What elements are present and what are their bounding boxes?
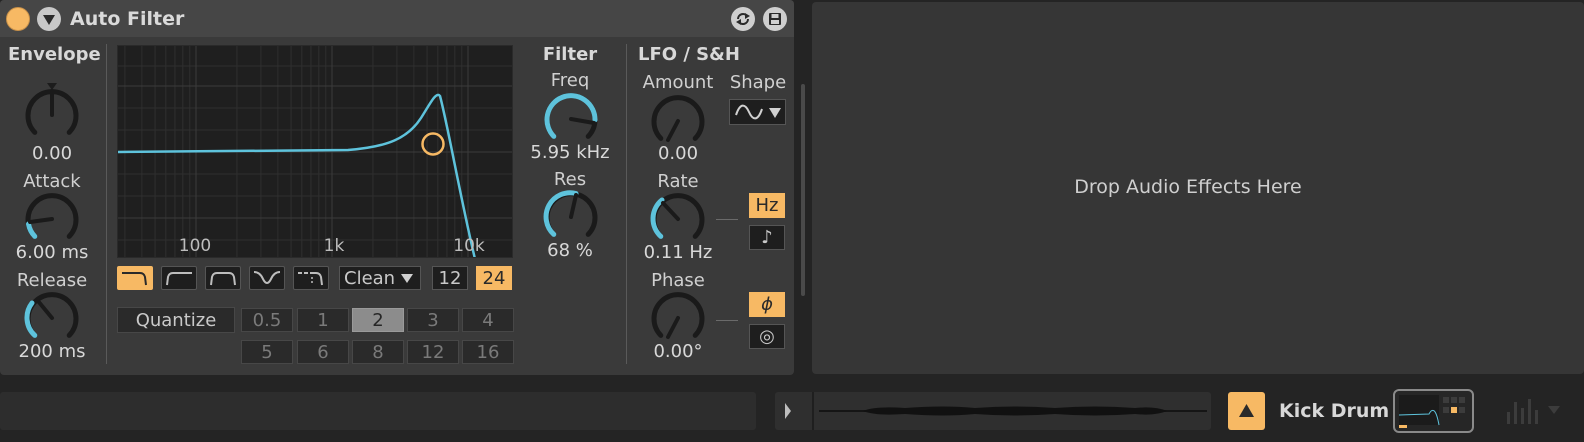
track-fold-button[interactable] <box>1228 392 1265 430</box>
notch-icon <box>253 271 281 284</box>
rate-label: Rate <box>657 171 699 192</box>
phase-mode-button[interactable]: ϕ <box>749 292 785 317</box>
circuit-type-dropdown[interactable]: Clean <box>339 266 421 290</box>
play-icon <box>785 403 791 419</box>
quantize-option[interactable]: 8 <box>352 340 404 364</box>
rate-mode-connector <box>716 219 738 220</box>
filter-type-bandpass-button[interactable] <box>205 266 241 290</box>
attack-value: 6.00 ms <box>15 242 89 263</box>
res-value: 68 % <box>547 240 593 261</box>
device-thumbnail-preview <box>1398 395 1465 428</box>
release-label: Release <box>16 270 88 291</box>
quantize-option[interactable]: 5 <box>241 340 293 364</box>
hot-swap-button[interactable] <box>731 7 755 31</box>
divider <box>106 44 107 364</box>
freq-label: Freq <box>550 70 590 91</box>
attack-label: Attack <box>23 171 81 192</box>
filter-type-highpass-button[interactable] <box>161 266 197 290</box>
phase-value: 0.00° <box>653 341 703 362</box>
quantize-option[interactable]: 0.5 <box>241 308 293 332</box>
quantize-option[interactable]: 1 <box>297 308 349 332</box>
quantize-option[interactable]: 3 <box>407 308 459 332</box>
release-knob[interactable] <box>24 289 80 347</box>
freq-knob[interactable] <box>543 90 599 148</box>
device-power-button[interactable] <box>6 7 30 31</box>
release-value: 200 ms <box>18 341 86 362</box>
resonance-knob[interactable] <box>543 188 599 246</box>
freq-tick-1k: 1k <box>323 236 345 256</box>
quantize-option[interactable]: 12 <box>407 340 459 364</box>
save-icon <box>769 13 781 25</box>
spin-mode-button[interactable]: ◎ <box>749 324 785 349</box>
device-fold-button[interactable] <box>37 7 61 31</box>
quantize-option[interactable]: 16 <box>462 340 514 364</box>
bandpass-icon <box>210 272 236 286</box>
lfo-amount-knob[interactable] <box>650 92 706 150</box>
circuit-type-value: Clean <box>344 267 396 289</box>
lowpass-icon <box>122 272 147 286</box>
filter-response-graph[interactable] <box>117 45 513 258</box>
filter-type-morph-button[interactable] <box>293 266 329 290</box>
res-label: Res <box>553 169 587 190</box>
dropdown-arrow-icon <box>401 274 414 283</box>
lfo-shape-dropdown[interactable] <box>729 99 786 125</box>
device-thumbnail[interactable] <box>1393 389 1474 433</box>
meter-bars-icon[interactable] <box>1504 396 1564 426</box>
rate-hz-button[interactable]: Hz <box>749 193 785 218</box>
status-field[interactable] <box>0 392 756 430</box>
triangle-up-icon <box>1239 404 1254 417</box>
filter-curve-display[interactable] <box>118 46 513 258</box>
sine-wave-icon <box>734 104 781 120</box>
freq-tick-100: 100 <box>178 236 212 256</box>
divider <box>626 44 627 364</box>
freq-tick-10k: 10k <box>453 236 485 256</box>
drop-zone-text: Drop Audio Effects Here <box>1074 176 1302 198</box>
clip-preview[interactable] <box>775 392 1211 430</box>
filter-cutoff-handle <box>421 132 445 156</box>
filter-curve <box>118 93 476 257</box>
highpass-icon <box>166 272 192 286</box>
quantize-option[interactable]: 4 <box>462 308 514 332</box>
hot-swap-icon <box>736 13 750 25</box>
slope-24-button[interactable]: 24 <box>476 266 512 290</box>
rate-value: 0.11 Hz <box>643 242 713 263</box>
filter-header: Filter <box>542 44 598 65</box>
filter-type-lowpass-button[interactable] <box>117 266 153 290</box>
lfo-amount-label: Amount <box>642 72 714 93</box>
quantize-toggle[interactable]: Quantize <box>117 307 235 333</box>
lfo-rate-knob[interactable] <box>650 190 706 248</box>
lfo-phase-knob[interactable] <box>650 289 706 347</box>
envelope-amount-value: 0.00 <box>31 143 73 164</box>
envelope-amount-knob[interactable] <box>24 82 80 146</box>
save-preset-button[interactable] <box>763 7 787 31</box>
track-name: Kick Drum <box>1279 400 1390 422</box>
quantize-option-selected[interactable]: 2 <box>352 308 404 332</box>
phase-mode-connector <box>716 320 738 321</box>
quantize-option[interactable]: 6 <box>297 340 349 364</box>
rate-sync-button[interactable]: ♪ <box>749 225 785 250</box>
morph-icon <box>298 272 323 286</box>
shape-label: Shape <box>729 72 787 93</box>
clip-waveform <box>785 392 1207 430</box>
chevron-down-icon <box>43 15 55 25</box>
phase-label: Phase <box>651 270 705 291</box>
slope-12-button[interactable]: 12 <box>432 266 468 290</box>
chain-scrollbar[interactable] <box>801 84 805 296</box>
lfo-header: LFO / S&H <box>638 44 740 65</box>
freq-value: 5.95 kHz <box>530 142 610 163</box>
envelope-header: Envelope <box>8 44 101 65</box>
filter-type-notch-button[interactable] <box>249 266 285 290</box>
device-title: Auto Filter <box>70 8 185 30</box>
lfo-amount-value: 0.00 <box>657 143 699 164</box>
attack-knob[interactable] <box>24 190 80 248</box>
